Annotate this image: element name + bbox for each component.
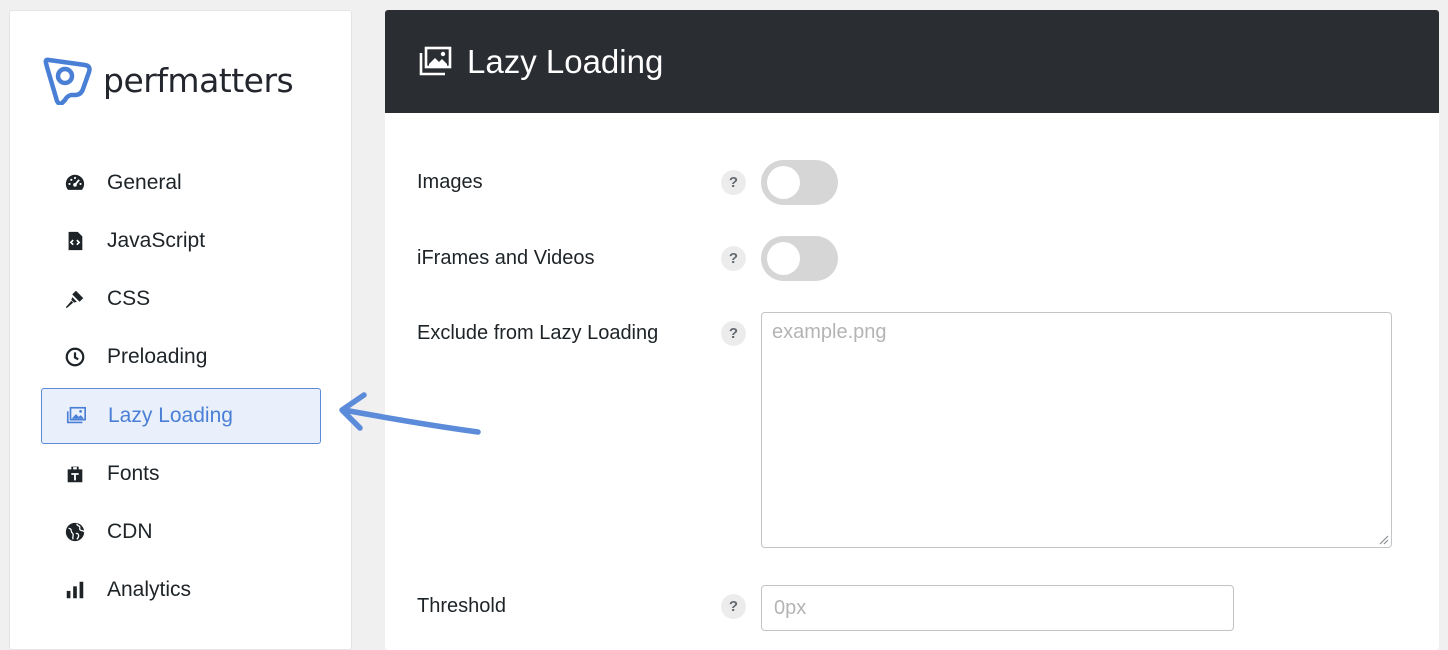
sidebar-item-label: CSS — [107, 287, 151, 310]
resize-grip-icon[interactable] — [1377, 533, 1389, 545]
settings-panel: Lazy Loading Images ? iFrames and Videos… — [385, 10, 1439, 650]
sidebar-item-fonts[interactable]: Fonts — [41, 446, 321, 502]
iframes-label: iFrames and Videos — [417, 247, 595, 269]
iframes-help-icon[interactable]: ? — [721, 246, 746, 271]
brand-name: perfmatters — [103, 60, 294, 100]
clock-icon — [63, 345, 87, 369]
globe-icon — [63, 520, 87, 544]
sidebar-item-label: Lazy Loading — [108, 404, 233, 427]
sidebar-item-label: Preloading — [107, 345, 208, 368]
exclude-textarea[interactable] — [761, 312, 1392, 548]
sidebar-item-cdn[interactable]: CDN — [41, 504, 321, 560]
exclude-label: Exclude from Lazy Loading — [417, 322, 659, 344]
font-bag-icon — [63, 462, 87, 486]
sidebar: perfmatters General JavaScript CSS Prelo… — [9, 10, 352, 650]
sidebar-item-lazy-loading[interactable]: Lazy Loading — [41, 388, 321, 444]
sidebar-item-label: General — [107, 171, 182, 194]
sidebar-item-preloading[interactable]: Preloading — [41, 329, 321, 385]
toggle-knob — [767, 242, 800, 275]
sidebar-item-analytics[interactable]: Analytics — [41, 562, 321, 618]
iframes-toggle[interactable] — [761, 236, 838, 281]
dashboard-gauge-icon — [63, 171, 87, 195]
sidebar-item-css[interactable]: CSS — [41, 271, 321, 327]
panel-header: Lazy Loading — [385, 10, 1439, 113]
paint-brush-icon — [63, 287, 87, 311]
sidebar-item-label: Fonts — [107, 462, 160, 485]
annotation-arrow — [339, 392, 481, 435]
sidebar-item-label: JavaScript — [107, 229, 206, 252]
threshold-input[interactable] — [761, 585, 1234, 631]
sidebar-item-javascript[interactable]: JavaScript — [41, 213, 321, 269]
sidebar-item-label: Analytics — [107, 578, 192, 601]
perfmatters-logo[interactable]: perfmatters — [41, 55, 294, 105]
images-toggle[interactable] — [761, 160, 838, 205]
threshold-label: Threshold — [417, 595, 506, 617]
images-label: Images — [417, 171, 483, 193]
page-title: Lazy Loading — [467, 42, 664, 80]
code-file-icon — [63, 229, 87, 253]
perfmatters-logo-icon — [43, 57, 92, 105]
bar-chart-icon — [63, 578, 87, 602]
images-stack-icon — [64, 404, 88, 428]
sidebar-item-label: CDN — [107, 520, 153, 543]
exclude-help-icon[interactable]: ? — [721, 321, 746, 346]
threshold-help-icon[interactable]: ? — [721, 594, 746, 619]
sidebar-item-general[interactable]: General — [41, 155, 321, 211]
toggle-knob — [767, 166, 800, 199]
images-help-icon[interactable]: ? — [721, 170, 746, 195]
images-stack-icon — [419, 46, 452, 75]
